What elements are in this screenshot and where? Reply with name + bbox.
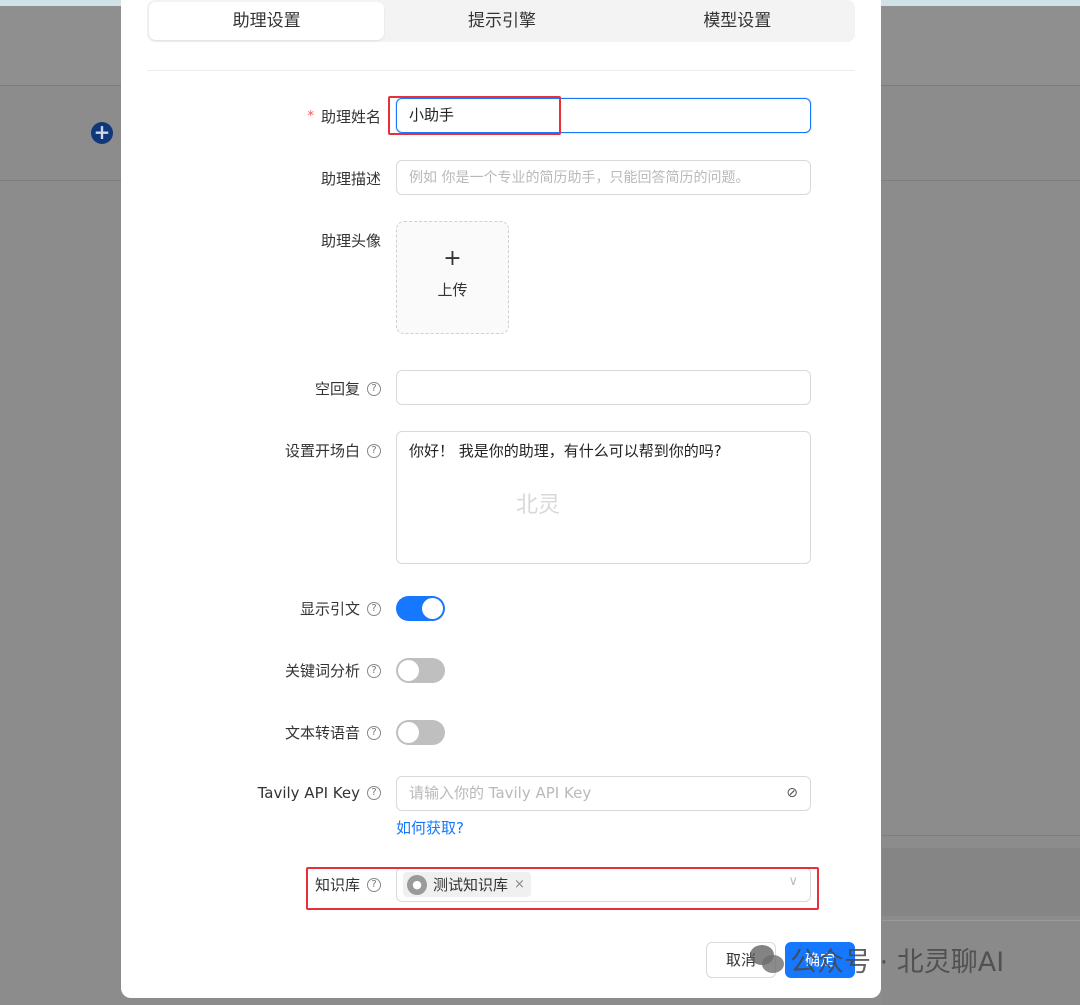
tab-model-settings[interactable]: 模型设置 <box>620 0 855 42</box>
opening-label-text: 设置开场白 <box>284 442 360 460</box>
name-highlight-box <box>388 96 561 135</box>
toggle-knob <box>398 722 419 743</box>
tavily-api-key-input[interactable]: 请输入你的 Tavily API Key ⊘ <box>396 776 811 811</box>
empty-reply-label-text: 空回复 <box>314 380 360 398</box>
help-icon[interactable]: ? <box>367 601 381 616</box>
toggle-knob <box>422 598 443 619</box>
plus-icon: + <box>443 246 462 271</box>
keyword-analysis-label: 关键词分析 ? <box>285 660 381 681</box>
name-label: * 助理姓名 <box>307 106 381 127</box>
tts-label-text: 文本转语音 <box>284 724 360 742</box>
description-label: 助理描述 <box>321 168 381 189</box>
background-divider-right <box>882 835 1080 836</box>
help-icon[interactable]: ? <box>367 443 381 458</box>
tavily-placeholder: 请输入你的 Tavily API Key <box>409 784 592 802</box>
show-citation-label-text: 显示引文 <box>299 600 360 618</box>
tts-toggle[interactable] <box>396 720 445 745</box>
name-label-text: 助理姓名 <box>320 108 381 126</box>
show-citation-toggle[interactable] <box>396 596 445 621</box>
opening-label: 设置开场白 ? <box>285 440 381 461</box>
keyword-analysis-label-text: 关键词分析 <box>284 662 360 680</box>
help-icon[interactable]: ? <box>367 786 381 800</box>
required-mark: * <box>307 109 314 124</box>
empty-reply-input[interactable] <box>396 370 811 405</box>
tabs-divider <box>147 70 855 71</box>
help-icon[interactable]: ? <box>367 381 381 396</box>
knowledge-base-highlight-box <box>306 867 819 910</box>
assistant-description-input[interactable]: 例如 你是一个专业的简历助手，只能回答简历的问题。 <box>396 160 811 195</box>
avatar-label-text: 助理头像 <box>320 232 381 250</box>
inner-watermark: 北灵 <box>516 493 561 518</box>
how-to-get-link[interactable]: 如何获取? <box>396 817 464 838</box>
plus-circle-icon[interactable]: + <box>91 122 113 144</box>
description-placeholder: 例如 你是一个专业的简历助手，只能回答简历的问题。 <box>409 170 750 186</box>
assistant-settings-modal: 助理设置 提示引擎 模型设置 * 助理姓名 小助手 助理描述 例如 你是一个专业… <box>121 0 881 998</box>
tab-prompt-engine[interactable]: 提示引擎 <box>384 0 619 42</box>
upload-text: 上传 <box>437 281 468 299</box>
help-icon[interactable]: ? <box>367 663 381 678</box>
tab-assistant-settings[interactable]: 助理设置 <box>149 2 385 40</box>
opening-value: 你好！ 我是你的助理，有什么可以帮到你的吗? <box>409 442 722 460</box>
tavily-label-text: Tavily API Key <box>257 784 360 802</box>
empty-reply-label: 空回复 ? <box>315 378 381 399</box>
description-label-text: 助理描述 <box>320 170 381 188</box>
help-icon[interactable]: ? <box>367 725 381 740</box>
wechat-watermark: 公众号 · 北灵聊AI <box>750 940 1004 979</box>
opening-textarea[interactable]: 你好！ 我是你的助理，有什么可以帮到你的吗? <box>396 431 811 564</box>
toggle-knob <box>398 660 419 681</box>
avatar-upload-button[interactable]: + 上传 <box>396 221 509 334</box>
wechat-icon <box>750 944 784 975</box>
tts-label: 文本转语音 ? <box>285 722 381 743</box>
avatar-label: 助理头像 <box>321 230 381 251</box>
tavily-label: Tavily API Key ? <box>258 784 381 802</box>
show-citation-label: 显示引文 ? <box>300 598 381 619</box>
settings-tabs: 助理设置 提示引擎 模型设置 <box>147 0 855 42</box>
background-card <box>882 848 1080 916</box>
eye-slash-icon[interactable]: ⊘ <box>786 777 798 810</box>
keyword-analysis-toggle[interactable] <box>396 658 445 683</box>
wechat-watermark-text: 公众号 · 北灵聊AI <box>790 947 1005 978</box>
